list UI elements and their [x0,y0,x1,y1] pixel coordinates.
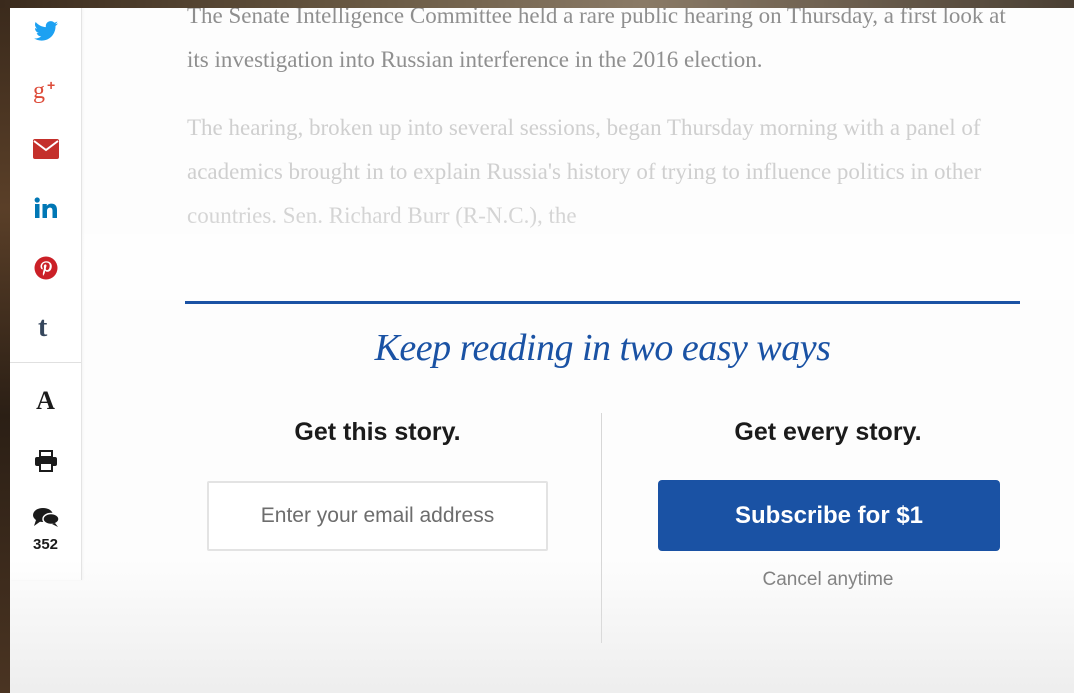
column-divider [601,413,602,643]
cancel-anytime-note: Cancel anytime [762,569,894,590]
linkedin-icon [34,197,57,218]
svg-text:+: + [47,77,55,93]
font-size-icon: A [36,386,55,415]
pinterest-icon [34,256,57,280]
comments-button[interactable] [10,498,81,538]
paywall-top-rule [185,301,1020,304]
comments-icon [32,508,60,527]
share-google-plus-button[interactable]: g + [10,70,81,110]
tumblr-icon: t [38,313,48,339]
share-rail: g + t A 352 [10,8,82,580]
google-plus-icon: g + [33,77,55,104]
paywall-heading: Keep reading in two easy ways [374,327,831,369]
share-email-button[interactable] [10,129,81,169]
print-icon [34,450,57,472]
email-input[interactable] [207,481,548,551]
article-paragraph-faded: The hearing, broken up into several sess… [187,115,982,228]
email-icon [32,139,59,159]
get-this-story-heading: Get this story. [294,418,461,446]
rail-divider [10,362,81,363]
subscribe-button[interactable]: Subscribe for $1 [658,480,1000,551]
print-button[interactable] [10,441,81,481]
get-every-story-heading: Get every story. [734,418,922,446]
font-size-button[interactable]: A [10,381,81,421]
article-body: The Senate Intelligence Committee held a… [187,0,1027,262]
share-twitter-button[interactable] [10,11,81,51]
share-tumblr-button[interactable]: t [10,306,81,346]
svg-text:g: g [33,78,45,104]
twitter-icon [33,21,58,41]
svg-text:t: t [38,313,48,339]
comment-count: 352 [32,536,59,553]
photo-frame-left-edge [0,0,10,693]
article-paragraph: The Senate Intelligence Committee held a… [187,3,1006,72]
share-linkedin-button[interactable] [10,188,81,228]
share-pinterest-button[interactable] [10,248,81,288]
photo-frame-top-edge [0,0,1074,8]
page: The Senate Intelligence Committee held a… [0,0,1074,693]
